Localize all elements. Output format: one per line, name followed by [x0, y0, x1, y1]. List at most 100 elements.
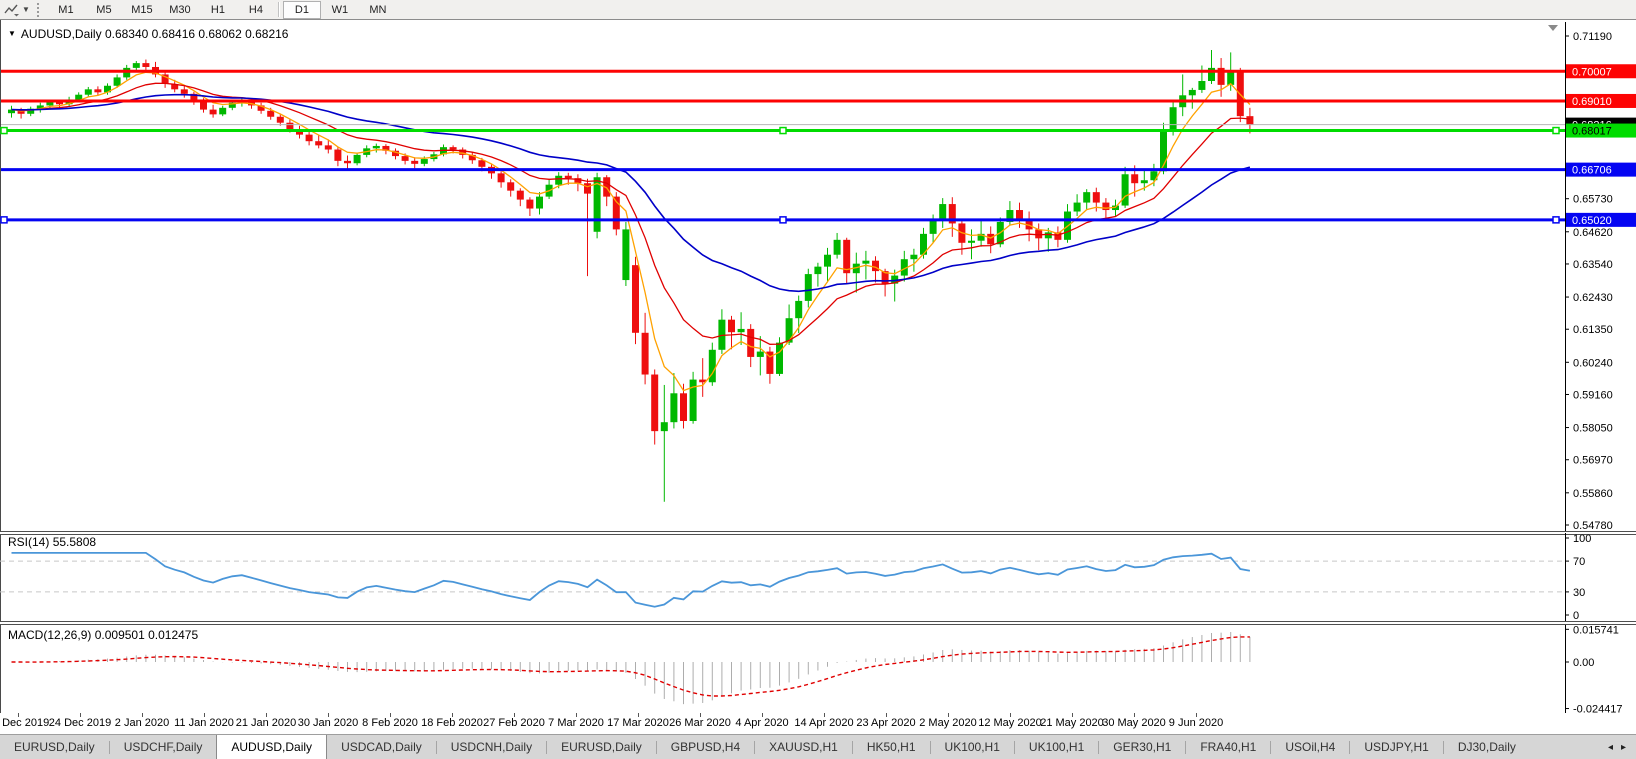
date-label: 14 Dec 2019	[0, 717, 49, 729]
toolbar-separator	[278, 2, 280, 17]
candle	[1189, 88, 1196, 109]
date-label: 7 Mar 2020	[548, 717, 604, 729]
line-handle[interactable]	[1553, 217, 1559, 223]
chart-tab-audusd-daily[interactable]: AUDUSD,Daily	[216, 735, 327, 759]
timeframe-button-h1[interactable]: H1	[199, 1, 237, 19]
timeframe-button-h4[interactable]: H4	[237, 1, 275, 19]
line-handle[interactable]	[1, 128, 7, 134]
candle	[661, 385, 668, 502]
candle	[814, 263, 821, 287]
price-tick-label: 0.71190	[1573, 31, 1612, 43]
tab-scroll-left-icon[interactable]: ◂	[1608, 742, 1613, 753]
line-handle[interactable]	[1553, 128, 1559, 134]
chart-symbol-label: AUDUSD,Daily	[21, 27, 102, 41]
candle	[718, 309, 725, 354]
candle	[738, 312, 745, 345]
candle	[488, 164, 495, 178]
chart-tab-usdcnh-daily[interactable]: USDCNH,Daily	[437, 735, 546, 759]
price-tick-label: 0.58050	[1573, 423, 1613, 435]
candle	[507, 179, 514, 196]
chart-tab-fra40-h1[interactable]: FRA40,H1	[1186, 735, 1270, 759]
candle	[939, 198, 946, 228]
timeframe-button-d1[interactable]: D1	[283, 1, 321, 19]
candle	[709, 343, 716, 386]
candle	[1122, 167, 1129, 208]
candle	[382, 144, 389, 154]
date-label: 2 May 2020	[919, 717, 976, 729]
chart-tab-ger30-h1[interactable]: GER30,H1	[1099, 735, 1185, 759]
line-handle[interactable]	[780, 128, 786, 134]
chart-tab-dj30-daily[interactable]: DJ30,Daily	[1444, 735, 1530, 759]
price-badge: 0.66706	[1566, 163, 1636, 177]
candle	[392, 148, 399, 159]
candle	[805, 269, 812, 308]
chart-tab-xauusd-h1[interactable]: XAUUSD,H1	[755, 735, 852, 759]
chart-tab-eurusd-daily[interactable]: EURUSD,Daily	[547, 735, 656, 759]
chart-tab-uk100-h1[interactable]: UK100,H1	[1015, 735, 1098, 759]
date-label: 12 May 2020	[978, 717, 1042, 729]
pointer-tool-icon[interactable]: ▼	[4, 3, 30, 17]
timeframe-button-m5[interactable]: M5	[85, 1, 123, 19]
candle	[210, 105, 217, 118]
candle	[1054, 226, 1061, 247]
line-handle[interactable]	[1, 217, 7, 223]
candle	[258, 103, 265, 114]
svg-text:0.70007: 0.70007	[1572, 66, 1612, 78]
chart-title: ▼AUDUSD,Daily 0.68340 0.68416 0.68062 0.…	[8, 27, 288, 41]
timeframe-toolbar: ▼ M1M5M15M30H1H4 D1W1MN	[0, 0, 1636, 20]
price-badge: 0.68017	[1566, 124, 1636, 138]
tab-scroll-right-icon[interactable]: ▸	[1621, 742, 1626, 753]
candle	[766, 347, 773, 384]
candle	[670, 373, 677, 428]
timeframe-button-mn[interactable]: MN	[359, 1, 397, 19]
chart-tab-uk100-h1[interactable]: UK100,H1	[931, 735, 1014, 759]
rsi-name: RSI(14)	[8, 535, 49, 549]
candle	[642, 313, 649, 385]
pointer-tool-caret-icon[interactable]: ▼	[22, 5, 30, 14]
svg-text:0.66706: 0.66706	[1572, 165, 1612, 177]
chart-tab-gbpusd-h4[interactable]: GBPUSD,H4	[657, 735, 754, 759]
macd-name: MACD(12,26,9)	[8, 628, 91, 642]
date-label: 30 May 2020	[1102, 717, 1166, 729]
price-badge: 0.65020	[1566, 213, 1636, 227]
candle	[901, 251, 908, 282]
date-label: 30 Jan 2020	[298, 717, 359, 729]
timeframe-button-m30[interactable]: M30	[161, 1, 199, 19]
line-handle[interactable]	[780, 217, 786, 223]
candle	[584, 179, 591, 276]
timeframe-button-m1[interactable]: M1	[47, 1, 85, 19]
date-label: 2 Jan 2020	[115, 717, 169, 729]
date-label: 17 Mar 2020	[607, 717, 669, 729]
candle	[1179, 74, 1186, 116]
rsi-scale-label: 0	[1573, 610, 1579, 621]
chart-tab-usoil-h4[interactable]: USOil,H4	[1271, 735, 1349, 759]
candle	[622, 222, 629, 286]
rsi-scale-label: 70	[1573, 556, 1585, 568]
candle	[27, 107, 34, 117]
candle	[498, 171, 505, 187]
timeframe-button-m15[interactable]: M15	[123, 1, 161, 19]
chart-menu-caret-icon[interactable]: ▼	[8, 29, 16, 38]
macd-indicator-label: MACD(12,26,9) 0.009501 0.012475	[8, 628, 198, 642]
svg-text:0.68017: 0.68017	[1572, 126, 1612, 138]
candle	[344, 155, 351, 169]
chart-tab-usdjpy-h1[interactable]: USDJPY,H1	[1350, 735, 1442, 759]
date-label: 21 Jan 2020	[236, 717, 297, 729]
candle	[632, 257, 639, 344]
chart-tab-eurusd-daily[interactable]: EURUSD,Daily	[0, 735, 109, 759]
timeframe-button-w1[interactable]: W1	[321, 1, 359, 19]
chart-tab-hk50-h1[interactable]: HK50,H1	[853, 735, 930, 759]
candle	[834, 233, 841, 259]
candle	[334, 147, 341, 167]
chart-tab-usdchf-daily[interactable]: USDCHF,Daily	[110, 735, 217, 759]
date-label: 21 May 2020	[1040, 717, 1104, 729]
chart-tab-usdcad-daily[interactable]: USDCAD,Daily	[327, 735, 436, 759]
macd-pane[interactable]: 0.0157410.00-0.024417	[0, 625, 1636, 713]
rsi-pane[interactable]: 10070300	[0, 533, 1636, 621]
price-tick-label: 0.64620	[1573, 227, 1613, 239]
svg-text:0.69010: 0.69010	[1572, 96, 1612, 108]
candle	[910, 249, 917, 272]
candle	[296, 126, 303, 139]
price-badge: 0.69010	[1566, 94, 1636, 108]
price-chart-pane[interactable]: 0.711900.701100.690300.679200.668100.657…	[0, 22, 1636, 531]
